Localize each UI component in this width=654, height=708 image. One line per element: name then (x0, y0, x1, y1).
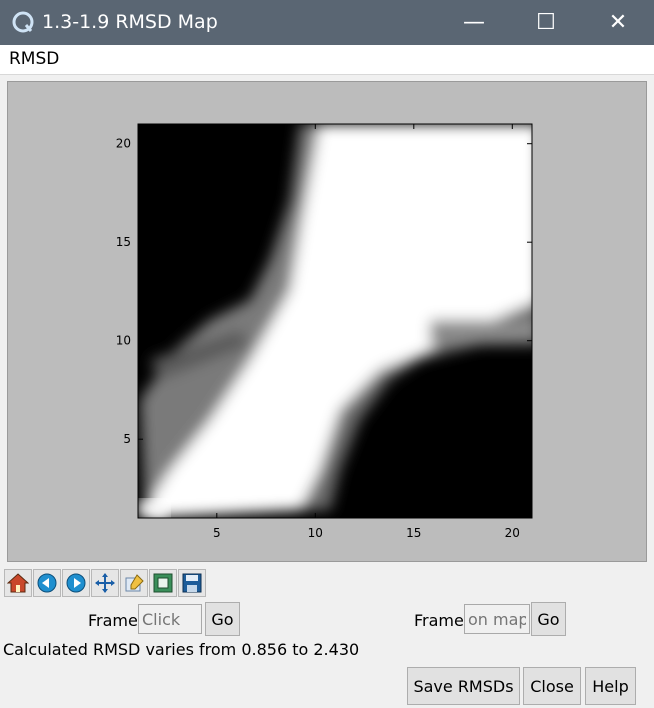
plot-toolbar (4, 569, 206, 599)
y-tick-label: 20 (116, 137, 131, 151)
back-button[interactable] (33, 569, 61, 597)
home-button[interactable] (4, 569, 32, 597)
y-tick-label: 15 (116, 235, 131, 249)
save-rmsds-button[interactable]: Save RMSDs (407, 667, 520, 705)
save-figure-button[interactable] (178, 569, 206, 597)
x-tick-label: 5 (213, 526, 221, 540)
x-tick-label: 15 (406, 526, 421, 540)
heatmap-image[interactable] (138, 124, 540, 518)
x-tick-label: 20 (505, 526, 520, 540)
status-text: Calculated RMSD varies from 0.856 to 2.4… (3, 640, 360, 659)
y-tick-label: 5 (123, 432, 131, 446)
pan-button[interactable] (91, 569, 119, 597)
frame-label-left: Frame (88, 611, 138, 630)
home-icon (7, 573, 29, 593)
go-button-left[interactable]: Go (205, 602, 240, 636)
save-icon (182, 573, 202, 593)
frame-input-left[interactable] (138, 604, 202, 634)
go-button-right[interactable]: Go (531, 602, 566, 636)
back-icon (37, 573, 57, 593)
help-button[interactable]: Help (585, 667, 636, 705)
frame-input-right[interactable] (464, 604, 530, 634)
y-tick-label: 10 (116, 334, 131, 348)
configure-button[interactable] (120, 569, 148, 597)
zoom-icon (153, 573, 173, 593)
pan-icon (95, 573, 115, 593)
configure-icon (125, 574, 144, 592)
frame-label-right: Frame (414, 611, 464, 630)
zoom-button[interactable] (149, 569, 177, 597)
close-button[interactable]: Close (523, 667, 581, 705)
forward-icon (66, 573, 86, 593)
x-tick-label: 10 (308, 526, 323, 540)
forward-button[interactable] (62, 569, 90, 597)
